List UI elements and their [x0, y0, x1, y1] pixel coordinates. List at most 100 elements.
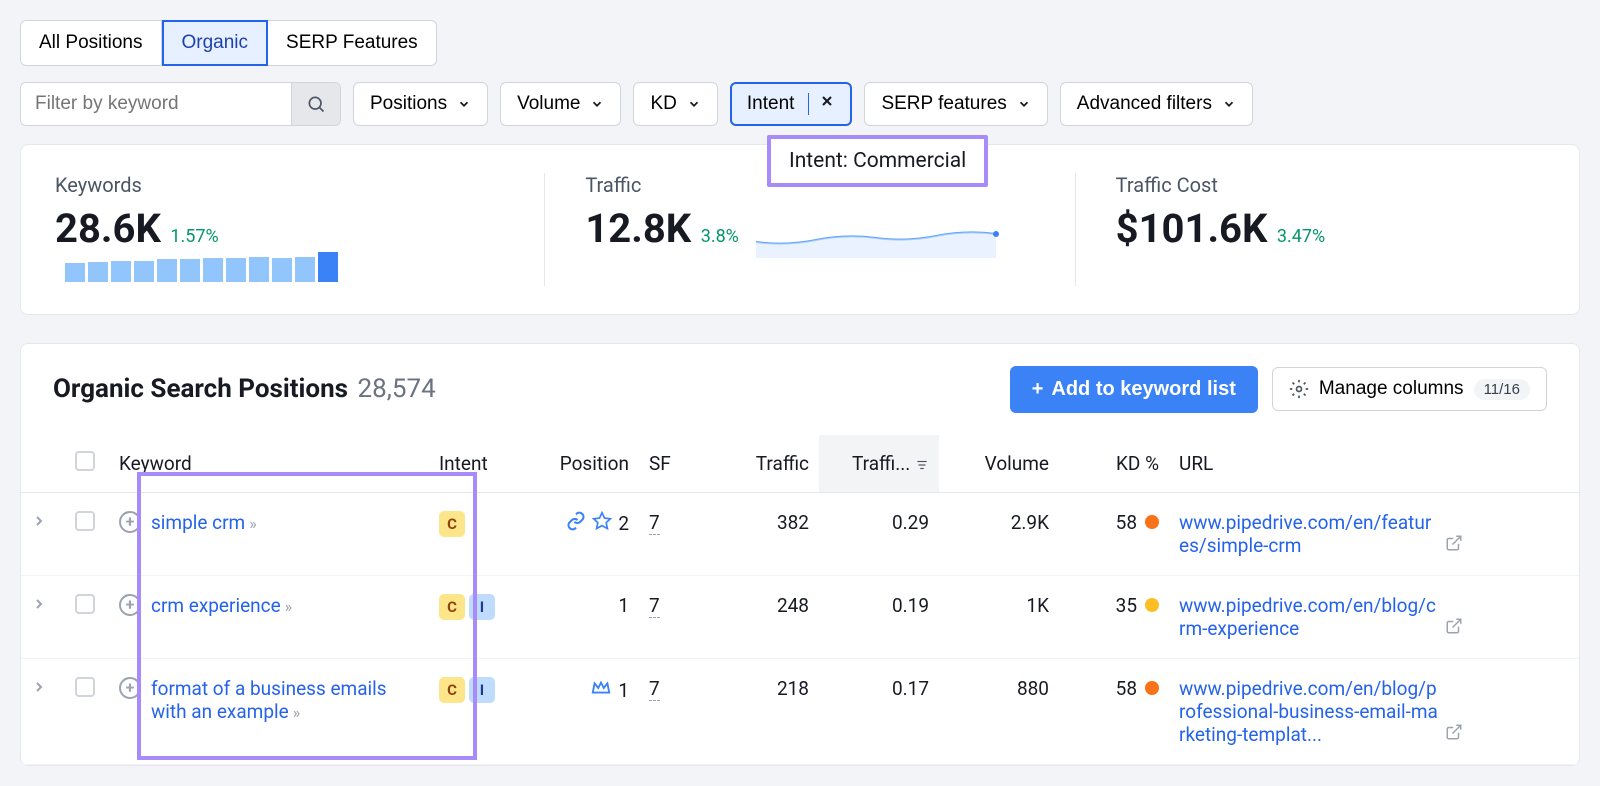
external-link-icon[interactable] [1445, 534, 1463, 557]
stat-value: 28.6K [55, 205, 161, 252]
col-url[interactable]: URL [1169, 435, 1579, 493]
expand-row[interactable] [31, 511, 47, 534]
row-checkbox[interactable] [75, 511, 95, 531]
volume-value: 1K [939, 575, 1059, 658]
url-link[interactable]: www.pipedrive.com/en/blog/professional-b… [1179, 677, 1439, 746]
stat-label: Keywords [55, 173, 484, 197]
keywords-trend-chart [65, 252, 338, 282]
star-icon [592, 511, 612, 536]
col-keyword[interactable]: Keyword [109, 435, 429, 493]
add-keyword-icon[interactable]: + [119, 677, 141, 699]
stat-value: $101.6K [1116, 205, 1268, 252]
table-card: Organic Search Positions 28,574 +Add to … [20, 343, 1580, 766]
tab-serp-features[interactable]: SERP Features [268, 20, 437, 66]
chevron-down-icon [1222, 97, 1236, 111]
traffic-pct-value: 0.29 [819, 492, 939, 575]
column-count-badge: 11/16 [1474, 379, 1530, 400]
keyword-link[interactable]: crm experience [151, 594, 281, 617]
stat-traffic: Traffic 12.8K 3.8% [544, 173, 1014, 286]
position-value: 1 [618, 594, 629, 617]
url-link[interactable]: www.pipedrive.com/en/blog/crm-experience [1179, 594, 1439, 640]
tab-organic[interactable]: Organic [162, 20, 269, 66]
traffic-pct-value: 0.17 [819, 658, 939, 764]
manage-columns-button[interactable]: Manage columns 11/16 [1272, 367, 1547, 411]
intent-badge-i: I [469, 677, 495, 703]
kd-difficulty-dot [1145, 681, 1159, 695]
chevron-down-icon [687, 97, 701, 111]
chevrons-icon: » [249, 514, 257, 533]
row-checkbox[interactable] [75, 677, 95, 697]
kd-value: 35 [1116, 594, 1137, 617]
row-checkbox[interactable] [75, 594, 95, 614]
add-to-keyword-list-button[interactable]: +Add to keyword list [1010, 366, 1258, 413]
traffic-value: 248 [709, 575, 819, 658]
stat-pct: 3.8% [701, 226, 739, 247]
search-icon [306, 94, 326, 114]
url-link[interactable]: www.pipedrive.com/en/features/simple-crm [1179, 511, 1439, 557]
col-volume[interactable]: Volume [939, 435, 1059, 493]
volume-value: 880 [939, 658, 1059, 764]
sf-value[interactable]: 7 [649, 511, 660, 535]
stat-value: 12.8K [585, 205, 691, 252]
intent-badge-c: C [439, 677, 465, 703]
external-link-icon[interactable] [1445, 617, 1463, 640]
search-button[interactable] [291, 83, 340, 125]
volume-value: 2.9K [939, 492, 1059, 575]
crown-icon [590, 677, 612, 704]
expand-row[interactable] [31, 594, 47, 617]
sf-value[interactable]: 7 [649, 594, 660, 618]
intent-badge-i: I [469, 594, 495, 620]
expand-row[interactable] [31, 677, 47, 700]
add-keyword-icon[interactable]: + [119, 594, 141, 616]
col-intent[interactable]: Intent [429, 435, 519, 493]
intent-callout: Intent: Commercial [767, 135, 988, 187]
link-icon [566, 511, 586, 536]
traffic-pct-value: 0.19 [819, 575, 939, 658]
keyword-filter-wrap [20, 82, 341, 126]
table-row: +simple crm» C 2 7 382 0.29 2.9K 58 www.… [21, 492, 1579, 575]
stat-traffic-cost: Traffic Cost $101.6K 3.47% [1075, 173, 1545, 286]
sf-value[interactable]: 7 [649, 677, 660, 701]
tab-all-positions[interactable]: All Positions [20, 20, 162, 66]
select-all-checkbox[interactable] [75, 451, 95, 471]
table-title: Organic Search Positions [53, 374, 348, 404]
sort-icon [915, 458, 929, 472]
positions-table: Keyword Intent Position SF Traffic Traff… [21, 435, 1579, 765]
add-keyword-icon[interactable]: + [119, 511, 141, 533]
filter-serp-features[interactable]: SERP features [864, 82, 1047, 126]
position-value: 1 [618, 679, 629, 702]
traffic-sparkline [756, 218, 1006, 258]
stat-label: Traffic Cost [1116, 173, 1545, 197]
col-kd[interactable]: KD % [1059, 435, 1169, 493]
intent-badge-c: C [439, 594, 465, 620]
filter-positions[interactable]: Positions [353, 82, 488, 126]
col-sf[interactable]: SF [639, 435, 709, 493]
filter-volume[interactable]: Volume [500, 82, 621, 126]
stat-pct: 3.47% [1277, 226, 1325, 247]
kd-value: 58 [1116, 511, 1137, 534]
col-position[interactable]: Position [519, 435, 639, 493]
position-value: 2 [618, 512, 629, 535]
filter-kd[interactable]: KD [633, 82, 717, 126]
keyword-link[interactable]: format of a business emails with an exam… [151, 677, 387, 723]
external-link-icon[interactable] [1445, 723, 1463, 746]
chevron-down-icon [1017, 97, 1031, 111]
filter-intent[interactable]: Intent [730, 82, 853, 126]
close-icon[interactable] [808, 93, 835, 115]
col-traffic[interactable]: Traffic [709, 435, 819, 493]
table-header: Organic Search Positions 28,574 +Add to … [21, 344, 1579, 435]
gear-icon [1289, 379, 1309, 399]
filter-advanced[interactable]: Advanced filters [1060, 82, 1253, 126]
col-traffic-pct[interactable]: Traffi... [819, 435, 939, 493]
keyword-filter-input[interactable] [21, 83, 291, 125]
filters-row: Positions Volume KD Intent SERP features… [20, 82, 1580, 126]
table-actions: +Add to keyword list Manage columns 11/1… [1010, 366, 1547, 413]
stat-keywords: Keywords 28.6K 1.57% [55, 173, 484, 286]
keyword-link[interactable]: simple crm [151, 511, 245, 534]
chevron-down-icon [590, 97, 604, 111]
traffic-value: 218 [709, 658, 819, 764]
kd-difficulty-dot [1145, 598, 1159, 612]
stats-card: Intent: Commercial Keywords 28.6K 1.57% … [20, 144, 1580, 315]
table-row: +crm experience» CI 1 7 248 0.19 1K 35 w… [21, 575, 1579, 658]
position-tabs: All Positions Organic SERP Features [20, 20, 1580, 66]
